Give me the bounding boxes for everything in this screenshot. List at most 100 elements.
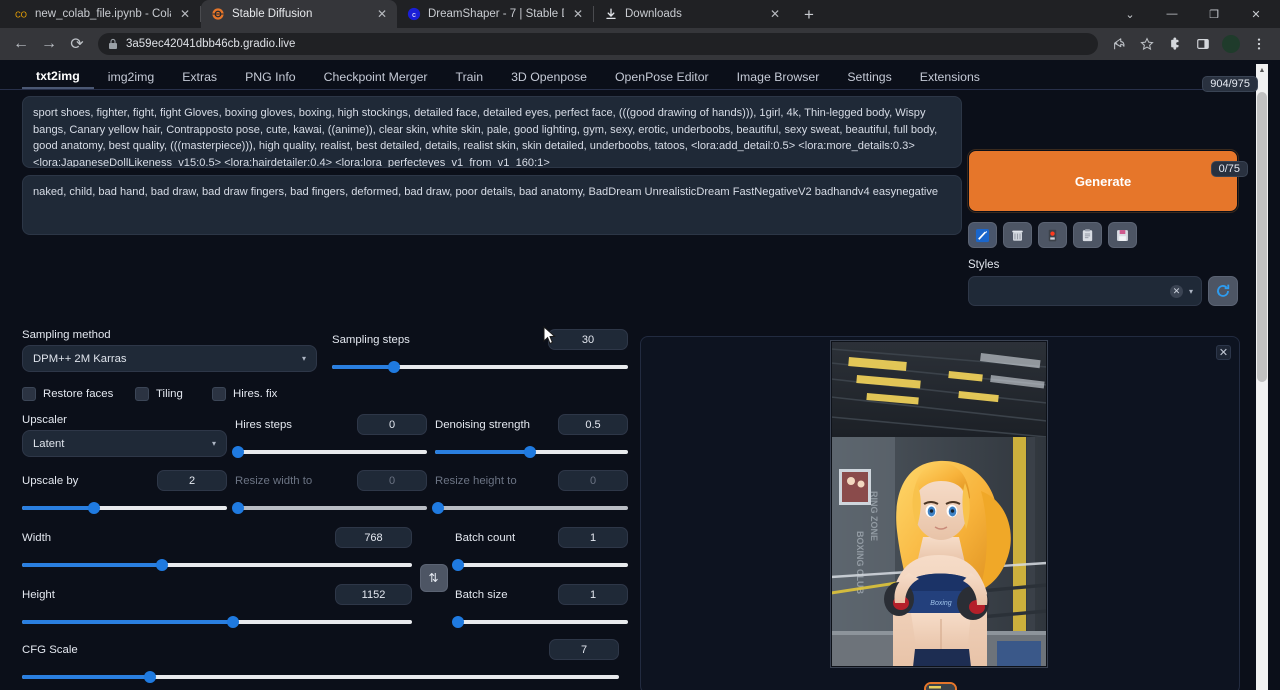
generated-image[interactable]: RING ZONE BOXING CLUB <box>830 340 1048 668</box>
browser-tab-downloads[interactable]: Downloads ✕ <box>594 0 790 28</box>
chevron-down-icon[interactable]: ▾ <box>212 439 216 448</box>
slider-knob[interactable] <box>232 446 244 458</box>
slider-knob[interactable] <box>88 502 100 514</box>
slider-knob[interactable] <box>232 502 244 514</box>
scroll-up-arrow-icon[interactable]: ▲ <box>1256 64 1268 76</box>
refresh-icon[interactable] <box>1208 276 1238 306</box>
tab-image-browser[interactable]: Image Browser <box>723 70 834 89</box>
chevron-down-icon[interactable]: ▾ <box>1189 287 1193 296</box>
height-value[interactable]: 1152 <box>335 584 412 605</box>
styles-select[interactable]: ✕ ▾ <box>968 276 1202 306</box>
sampling-steps-group: Sampling steps 30 <box>317 329 628 374</box>
star-icon[interactable] <box>1134 31 1160 57</box>
positive-prompt-input[interactable]: sport shoes, fighter, fight, fight Glove… <box>22 96 962 168</box>
swap-dimensions-button[interactable]: ⇅ <box>420 564 448 592</box>
close-icon[interactable]: ✕ <box>1216 345 1231 360</box>
tab-extras[interactable]: Extras <box>168 70 231 89</box>
hires-fix-checkbox[interactable]: Hires. fix <box>212 387 277 401</box>
tab-train[interactable]: Train <box>442 70 498 89</box>
generate-button[interactable]: Generate <box>968 150 1238 212</box>
menu-icon[interactable] <box>1246 31 1272 57</box>
share-icon[interactable] <box>1106 31 1132 57</box>
tab-img2img[interactable]: img2img <box>94 70 168 89</box>
sampling-method-select[interactable]: DPM++ 2M Karras ▾ <box>22 345 317 372</box>
browser-tab-dreamshaper[interactable]: c DreamShaper - 7 | Stable Diffusio ✕ <box>397 0 593 28</box>
width-value[interactable]: 768 <box>335 527 412 548</box>
resize-height-slider[interactable] <box>435 501 628 515</box>
tab-checkpoint-merger[interactable]: Checkpoint Merger <box>310 70 442 89</box>
height-slider[interactable] <box>22 615 412 629</box>
trash-icon[interactable] <box>1003 222 1032 248</box>
tiling-checkbox[interactable]: Tiling <box>135 387 212 401</box>
browser-tab-stable-diffusion[interactable]: Stable Diffusion ✕ <box>201 0 397 28</box>
tab-txt2img[interactable]: txt2img <box>22 69 94 89</box>
paste-icon[interactable] <box>968 222 997 248</box>
slider-knob[interactable] <box>432 502 444 514</box>
sampling-steps-value[interactable]: 30 <box>548 329 628 350</box>
chevron-down-icon[interactable]: ▾ <box>302 354 306 363</box>
slider-knob[interactable] <box>227 616 239 628</box>
tab-close-icon[interactable]: ✕ <box>768 7 782 21</box>
back-button[interactable]: ← <box>8 31 34 57</box>
tab-extensions[interactable]: Extensions <box>906 70 994 89</box>
extensions-icon[interactable] <box>1162 31 1188 57</box>
window-minimize-button[interactable]: — <box>1152 0 1192 28</box>
tab-png-info[interactable]: PNG Info <box>231 70 310 89</box>
address-bar[interactable]: 3a59ec42041dbb46cb.gradio.live <box>98 33 1098 55</box>
denoising-strength-slider[interactable] <box>435 445 628 459</box>
save-style-icon[interactable] <box>1108 222 1137 248</box>
resize-height-value[interactable]: 0 <box>558 470 628 491</box>
slider-knob[interactable] <box>144 671 156 683</box>
checkbox-box[interactable] <box>22 387 36 401</box>
restore-faces-checkbox[interactable]: Restore faces <box>22 387 135 401</box>
upscale-by-slider[interactable] <box>22 501 227 515</box>
scrollbar-thumb[interactable] <box>1257 92 1267 382</box>
batch-size-slider[interactable] <box>455 615 628 629</box>
cfg-scale-value[interactable]: 7 <box>549 639 619 660</box>
checkbox-box[interactable] <box>212 387 226 401</box>
tab-close-icon[interactable]: ✕ <box>178 7 192 21</box>
tab-3d-openpose[interactable]: 3D Openpose <box>497 70 601 89</box>
slider-knob[interactable] <box>524 446 536 458</box>
result-panel: ✕ <box>640 336 1240 690</box>
batch-count-value[interactable]: 1 <box>558 527 628 548</box>
width-slider[interactable] <box>22 558 412 572</box>
tab-search-chevron-icon[interactable]: ⌄ <box>1110 0 1150 28</box>
window-maximize-button[interactable]: ❐ <box>1194 0 1234 28</box>
cfg-scale-slider[interactable] <box>22 670 619 684</box>
clear-styles-icon[interactable]: ✕ <box>1170 285 1183 298</box>
reload-button[interactable]: ⟳ <box>64 31 90 57</box>
tab-openpose-editor[interactable]: OpenPose Editor <box>601 70 723 89</box>
forward-button[interactable]: → <box>36 31 62 57</box>
upscale-by-value[interactable]: 2 <box>157 470 227 491</box>
apply-style-icon[interactable] <box>1073 222 1102 248</box>
tab-settings[interactable]: Settings <box>833 70 905 89</box>
resize-width-slider[interactable] <box>235 501 427 515</box>
browser-tab-colab[interactable]: CO new_colab_file.ipynb - Colaborat ✕ <box>4 0 200 28</box>
new-tab-button[interactable]: + <box>796 1 822 27</box>
batch-count-slider[interactable] <box>455 558 628 572</box>
batch-size-value[interactable]: 1 <box>558 584 628 605</box>
page-scrollbar[interactable]: ▲ <box>1256 64 1268 690</box>
resize-height-group: Resize height to 0 <box>427 470 628 515</box>
denoising-strength-value[interactable]: 0.5 <box>558 414 628 435</box>
window-close-button[interactable]: ✕ <box>1236 0 1276 28</box>
extra-networks-icon[interactable] <box>1038 222 1067 248</box>
gallery-thumbnail[interactable] <box>924 682 957 690</box>
resize-width-value[interactable]: 0 <box>357 470 427 491</box>
tab-close-icon[interactable]: ✕ <box>375 7 389 21</box>
tab-close-icon[interactable]: ✕ <box>571 7 585 21</box>
slider-knob[interactable] <box>452 616 464 628</box>
sampling-steps-slider[interactable] <box>332 360 628 374</box>
checkbox-box[interactable] <box>135 387 149 401</box>
profile-avatar[interactable] <box>1218 31 1244 57</box>
hires-steps-value[interactable]: 0 <box>357 414 427 435</box>
slider-knob[interactable] <box>452 559 464 571</box>
hires-steps-slider[interactable] <box>235 445 427 459</box>
sidepanel-icon[interactable] <box>1190 31 1216 57</box>
slider-knob[interactable] <box>156 559 168 571</box>
slider-knob[interactable] <box>388 361 400 373</box>
stable-diffusion-icon <box>211 7 225 21</box>
negative-prompt-input[interactable]: naked, child, bad hand, bad draw, bad dr… <box>22 175 962 235</box>
upscaler-select[interactable]: Latent ▾ <box>22 430 227 457</box>
